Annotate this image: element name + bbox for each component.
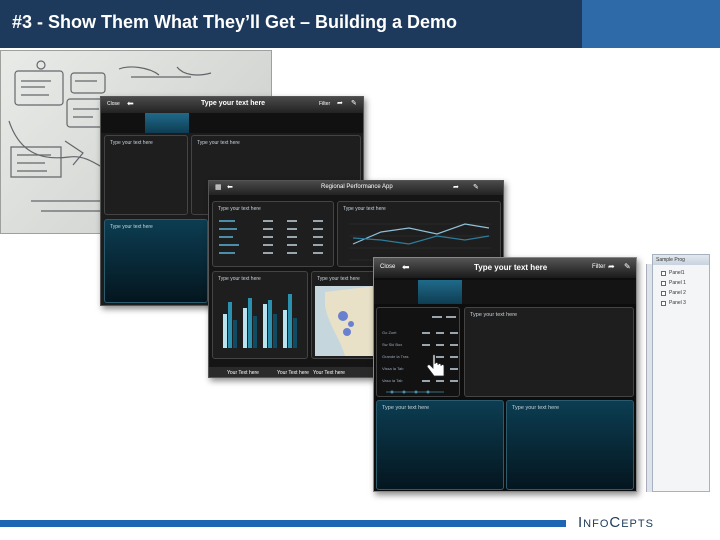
infocepts-logo: InfoCepts xyxy=(578,514,654,531)
app1-topbar: Close ⬅ Type your text here Filter ➦ ✎ xyxy=(101,97,363,113)
app1-panel-3: Type your text here xyxy=(104,219,208,303)
app3-share-icon[interactable]: ➦ xyxy=(608,262,615,271)
app3-back-arrow-icon[interactable]: ⬅ xyxy=(402,262,410,273)
app1-panel-1-label: Type your text here xyxy=(110,140,153,146)
slide: #3 - Show Them What They’ll Get – Buildi… xyxy=(0,0,720,540)
app-mockup-3: Close ⬅ Type your text here Filter ➦ ✎ G… xyxy=(373,257,637,492)
app3-title: Type your text here xyxy=(474,263,548,272)
app3-row-2: Sw Ski Box xyxy=(382,342,403,347)
app1-tabstrip xyxy=(101,113,363,133)
hand-pointer-icon xyxy=(426,354,445,377)
app3-panel-1: Type your text here xyxy=(464,307,634,397)
app3-panel-2-label: Type your text here xyxy=(382,405,430,411)
app2-table-panel: Type your text here xyxy=(212,201,334,267)
slide-title: #3 - Show Them What They’ll Get – Buildi… xyxy=(12,12,458,32)
side-panel-item-2[interactable]: Panel 1 xyxy=(669,280,686,286)
app3-row-1: Go Zoet xyxy=(382,330,397,335)
properties-side-panel: Sample Prog Panel1 Panel 1 Panel 2 Panel… xyxy=(652,254,710,492)
side-panel-item-1[interactable]: Panel1 xyxy=(669,270,685,276)
app2-table-rows xyxy=(219,220,323,254)
app2-back-arrow-icon[interactable]: ⬅ xyxy=(227,183,233,191)
app2-bar-chart xyxy=(223,294,297,348)
share-icon[interactable]: ➦ xyxy=(337,99,343,107)
app2-topbar: ▦ ⬅ Regional Performance App ➦ ✎ xyxy=(209,181,503,195)
app1-close-button[interactable]: Close xyxy=(107,101,120,107)
app1-panel-1: Type your text here xyxy=(104,135,188,215)
side-panel-checkbox-2[interactable] xyxy=(661,281,666,286)
app3-panel-3: Type your text here xyxy=(506,400,634,490)
app2-tools-icon[interactable]: ✎ xyxy=(473,183,479,191)
app3-row-3: Grande la Tras xyxy=(382,354,409,359)
app1-filter-button[interactable]: Filter xyxy=(319,101,330,107)
app1-panel-2-label: Type your text here xyxy=(197,140,240,146)
side-panel-item-4[interactable]: Panel 3 xyxy=(669,300,686,306)
app3-table-grid xyxy=(386,316,458,394)
app2-footer-tab-2[interactable]: Your Text here xyxy=(277,370,309,376)
app2-panel-4-label: Type your text here xyxy=(317,276,360,282)
app3-tools-icon[interactable]: ✎ xyxy=(624,262,631,271)
side-panel-checkbox-4[interactable] xyxy=(661,301,666,306)
app2-footer-tab-3[interactable]: Your Text here xyxy=(313,370,345,376)
app1-title: Type your text here xyxy=(201,100,266,107)
bottom-rule xyxy=(0,520,566,527)
app3-topbar: Close ⬅ Type your text here Filter ➦ ✎ xyxy=(374,258,636,278)
app2-panel-2-label: Type your text here xyxy=(343,206,386,212)
app2-title: Regional Performance App xyxy=(321,184,393,190)
app3-filter-button[interactable]: Filter xyxy=(592,264,605,270)
app2-panel-1-label: Type your text here xyxy=(218,206,261,212)
app3-panel-2: Type your text here xyxy=(376,400,504,490)
app3-panel-1-label: Type your text here xyxy=(470,312,518,318)
app1-tab-active[interactable] xyxy=(145,113,189,133)
app3-close-button[interactable]: Close xyxy=(380,264,395,270)
app2-panel-3-label: Type your text here xyxy=(218,276,261,282)
app2-barchart-panel: Type your text here xyxy=(212,271,308,359)
map-image[interactable] xyxy=(315,286,379,356)
app2-share-icon[interactable]: ➦ xyxy=(453,183,459,191)
app3-tabstrip xyxy=(374,280,636,304)
back-arrow-icon[interactable]: ⬅ xyxy=(127,99,134,108)
side-panel-checkbox-3[interactable] xyxy=(661,291,666,296)
tools-icon[interactable]: ✎ xyxy=(351,99,357,107)
grid-icon[interactable]: ▦ xyxy=(215,183,222,191)
app2-map-panel: Type your text here xyxy=(311,271,381,359)
app3-tab-active[interactable] xyxy=(418,280,462,304)
title-bar: #3 - Show Them What They’ll Get – Buildi… xyxy=(0,0,582,48)
map-drawing xyxy=(325,286,379,356)
side-panel-item-3[interactable]: Panel 2 xyxy=(669,290,686,296)
side-panel-header: Sample Prog xyxy=(653,255,709,265)
app2-footer-tab-1[interactable]: Your Text here xyxy=(227,370,259,376)
side-panel-checkbox-1[interactable] xyxy=(661,271,666,276)
title-accent-block xyxy=(582,0,720,48)
app3-panel-3-label: Type your text here xyxy=(512,405,560,411)
app3-row-5: Vaso la Tab xyxy=(382,378,403,383)
app1-panel-3-label: Type your text here xyxy=(110,224,153,230)
app3-table-panel: Go Zoet Sw Ski Box Grande la Tras Vissa … xyxy=(376,307,460,397)
app3-row-4: Vissa la Tab xyxy=(382,366,404,371)
